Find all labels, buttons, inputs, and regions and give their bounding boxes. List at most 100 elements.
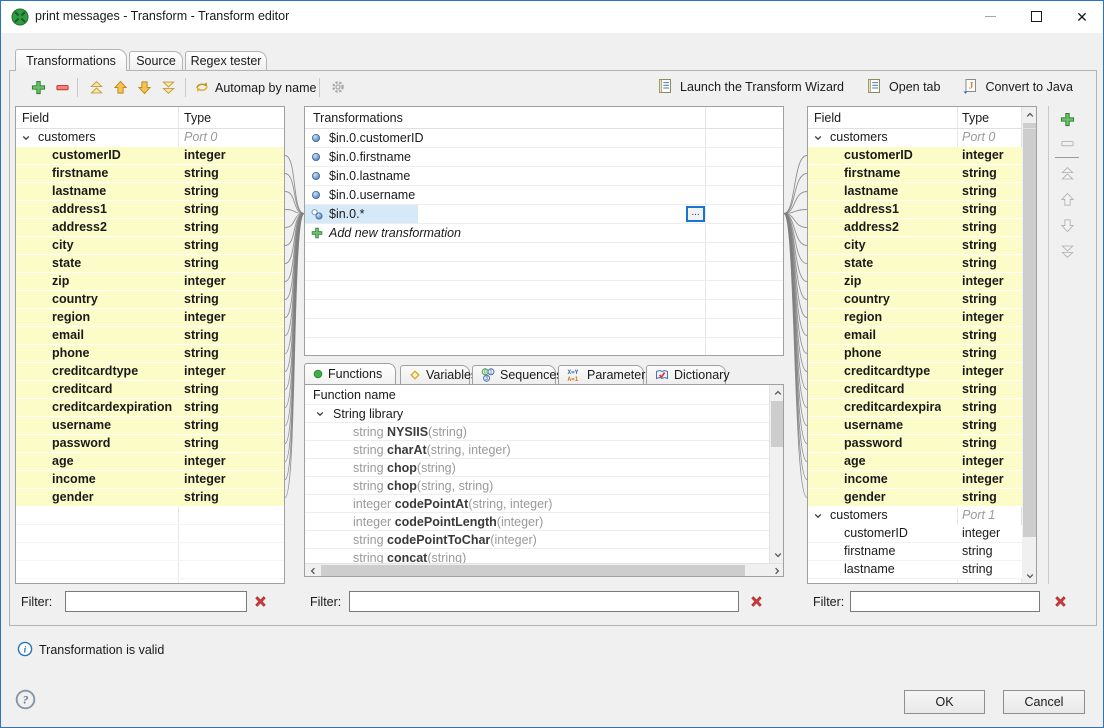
tab-regex-tester[interactable]: Regex tester: [185, 51, 267, 70]
function-row[interactable]: integer codePointLength(integer): [305, 513, 769, 531]
maximize-button[interactable]: [1013, 1, 1059, 32]
transformation-row[interactable]: $in.0.firstname: [305, 148, 783, 167]
function-row[interactable]: integer codePointAt(string, integer): [305, 495, 769, 513]
output-field-row[interactable]: phone string: [808, 345, 1022, 363]
move-down-button[interactable]: [133, 76, 155, 98]
left-filter-input[interactable]: [65, 591, 247, 612]
middle-filter-input[interactable]: [349, 591, 739, 612]
output-vertical-scrollbar[interactable]: [1021, 107, 1037, 583]
input-field-row[interactable]: state string: [16, 255, 284, 273]
close-button[interactable]: ✕: [1059, 1, 1104, 32]
input-field-row[interactable]: region integer: [16, 309, 284, 327]
output-field-row[interactable]: password string: [808, 435, 1022, 453]
output-field-row[interactable]: firstname string: [808, 543, 1022, 561]
tab-source[interactable]: Source: [129, 51, 183, 70]
remove-transformation-button[interactable]: [51, 76, 73, 98]
move-to-top-button[interactable]: [85, 76, 107, 98]
output-field-row[interactable]: customerID integer: [808, 147, 1022, 165]
string-library-node[interactable]: String library: [305, 405, 769, 423]
scroll-up-arrow[interactable]: [770, 385, 784, 400]
output-field-row[interactable]: city string: [808, 237, 1022, 255]
tab-parameters[interactable]: X=YA=1Parameters: [558, 365, 644, 384]
input-field-row[interactable]: creditcardtype integer: [16, 363, 284, 381]
record-row[interactable]: customers Port 0: [16, 129, 284, 147]
input-field-row[interactable]: password string: [16, 435, 284, 453]
input-field-row[interactable]: phone string: [16, 345, 284, 363]
middle-filter-clear-button[interactable]: [749, 594, 764, 609]
output-field-row[interactable]: customerID integer: [808, 525, 1022, 543]
launch-wizard-button[interactable]: Launch the Transform Wizard: [680, 80, 844, 94]
functions-vertical-scrollbar[interactable]: [769, 385, 784, 563]
output-field-row[interactable]: address2 string: [808, 219, 1022, 237]
scroll-down-arrow[interactable]: [1022, 568, 1037, 583]
transformation-row[interactable]: $in.0.customerID: [305, 129, 783, 148]
right-filter-clear-button[interactable]: [1053, 594, 1068, 609]
cancel-button[interactable]: Cancel: [1003, 690, 1085, 714]
function-row[interactable]: string chop(string, string): [305, 477, 769, 495]
input-field-row[interactable]: email string: [16, 327, 284, 345]
input-field-row[interactable]: customerID integer: [16, 147, 284, 165]
output-field-row[interactable]: income integer: [808, 471, 1022, 489]
tab-dictionary[interactable]: Dictionary: [646, 365, 726, 384]
output-field-row[interactable]: country string: [808, 291, 1022, 309]
input-field-row[interactable]: lastname string: [16, 183, 284, 201]
input-field-row[interactable]: gender string: [16, 489, 284, 507]
input-field-row[interactable]: creditcardexpiration string: [16, 399, 284, 417]
function-row[interactable]: string codePointToChar(integer): [305, 531, 769, 549]
input-field-row[interactable]: username string: [16, 417, 284, 435]
automap-button[interactable]: [191, 76, 213, 98]
input-field-row[interactable]: firstname string: [16, 165, 284, 183]
add-output-field-button[interactable]: [1057, 109, 1077, 129]
open-tab-button[interactable]: Open tab: [889, 80, 940, 94]
output-field-row[interactable]: state string: [808, 255, 1022, 273]
function-row[interactable]: string chop(string): [305, 459, 769, 477]
input-field-row[interactable]: zip integer: [16, 273, 284, 291]
input-field-row[interactable]: country string: [16, 291, 284, 309]
tab-transformations[interactable]: Transformations: [15, 49, 127, 71]
function-row[interactable]: string NYSIIS(string): [305, 423, 769, 441]
right-filter-input[interactable]: [850, 591, 1040, 612]
output-field-row[interactable]: zip integer: [808, 273, 1022, 291]
record-row[interactable]: customers Port 0: [808, 129, 1022, 147]
output-field-row[interactable]: region integer: [808, 309, 1022, 327]
add-transformation-button[interactable]: [27, 76, 49, 98]
tab-variables[interactable]: Variables: [400, 365, 470, 384]
convert-to-java-button[interactable]: Convert to Java: [985, 80, 1073, 94]
transformation-row[interactable]: $in.0.*...: [305, 205, 783, 224]
edit-transformation-button[interactable]: ...: [686, 206, 705, 222]
scroll-right-arrow[interactable]: [769, 564, 784, 577]
input-field-row[interactable]: age integer: [16, 453, 284, 471]
output-field-row[interactable]: address1 string: [808, 201, 1022, 219]
tab-functions[interactable]: Functions: [304, 363, 396, 384]
function-row[interactable]: string charAt(string, integer): [305, 441, 769, 459]
output-field-row[interactable]: creditcard string: [808, 381, 1022, 399]
transformation-row[interactable]: $in.0.username: [305, 186, 783, 205]
output-field-row[interactable]: gender string: [808, 489, 1022, 507]
automap-label[interactable]: Automap by name: [215, 81, 316, 95]
output-field-row[interactable]: creditcardexpiration string: [808, 399, 1022, 417]
move-to-bottom-button[interactable]: [157, 76, 179, 98]
output-field-row[interactable]: lastname string: [808, 561, 1022, 579]
input-field-row[interactable]: creditcard string: [16, 381, 284, 399]
output-field-row[interactable]: lastname string: [808, 183, 1022, 201]
input-field-row[interactable]: address2 string: [16, 219, 284, 237]
output-field-row[interactable]: username string: [808, 417, 1022, 435]
left-filter-clear-button[interactable]: [253, 594, 268, 609]
record-row[interactable]: customers Port 1: [808, 507, 1022, 525]
scrollbar-thumb[interactable]: [321, 565, 745, 576]
function-row[interactable]: string concat(string): [305, 549, 769, 563]
input-field-row[interactable]: city string: [16, 237, 284, 255]
ok-button[interactable]: OK: [904, 690, 985, 714]
transformation-row[interactable]: $in.0.lastname: [305, 167, 783, 186]
help-button[interactable]: ?: [15, 689, 36, 710]
scrollbar-thumb[interactable]: [1023, 123, 1036, 537]
add-new-transformation-row[interactable]: Add new transformation: [305, 224, 783, 243]
output-field-row[interactable]: firstname string: [808, 165, 1022, 183]
functions-horizontal-scrollbar[interactable]: [305, 563, 784, 577]
scroll-left-arrow[interactable]: [305, 564, 320, 577]
output-field-row[interactable]: age integer: [808, 453, 1022, 471]
input-field-row[interactable]: income integer: [16, 471, 284, 489]
move-up-button[interactable]: [109, 76, 131, 98]
input-field-row[interactable]: address1 string: [16, 201, 284, 219]
scrollbar-thumb[interactable]: [771, 401, 783, 447]
